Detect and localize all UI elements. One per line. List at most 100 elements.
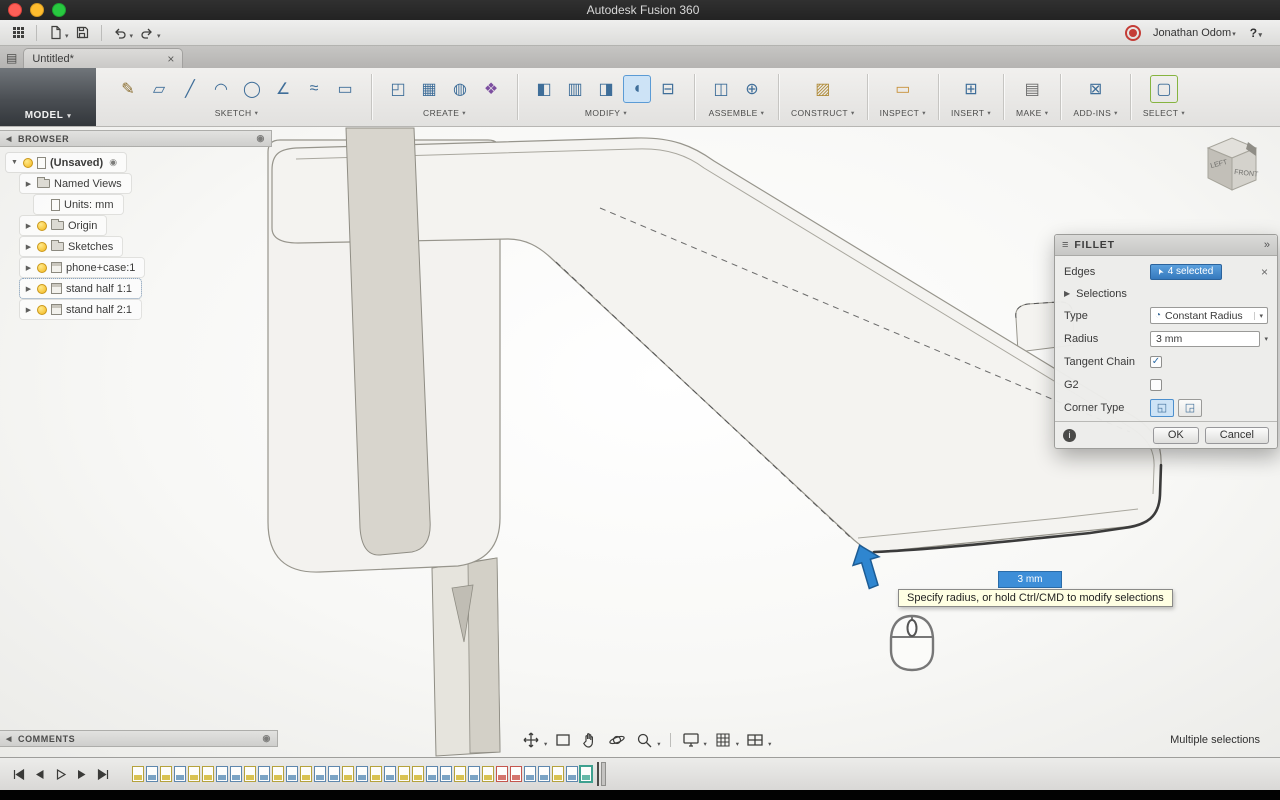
timeline-feature-icon[interactable] <box>202 766 214 782</box>
revolve-icon[interactable]: ◍ <box>446 75 474 103</box>
slot-tool-icon[interactable]: ▭ <box>331 75 359 103</box>
measure-icon[interactable]: ▭ <box>889 75 917 103</box>
fit-view-icon[interactable] <box>552 730 574 750</box>
timeline-feature-icon[interactable] <box>286 766 298 782</box>
visibility-bulb-icon[interactable] <box>37 263 47 273</box>
g2-checkbox[interactable] <box>1150 379 1162 391</box>
screencast-record-icon[interactable] <box>1125 25 1141 41</box>
expand-dialog-icon[interactable]: » <box>1264 239 1270 251</box>
rectangle-tool-icon[interactable]: ▱ <box>145 75 173 103</box>
timeline-feature-icon[interactable] <box>300 766 312 782</box>
close-tab-icon[interactable]: × <box>167 52 174 66</box>
collapse-panel-icon[interactable]: ◀ <box>6 135 12 143</box>
timeline-feature-icon[interactable] <box>216 766 228 782</box>
pan-icon[interactable] <box>520 730 542 750</box>
combine-icon[interactable]: ⊟ <box>654 75 682 103</box>
timeline-feature-icon[interactable] <box>174 766 186 782</box>
timeline-feature-icon[interactable] <box>230 766 242 782</box>
timeline-feature-icon[interactable] <box>244 766 256 782</box>
grid-settings-icon[interactable] <box>712 730 734 750</box>
tree-collapsed-icon[interactable]: ▶ <box>24 243 33 251</box>
timeline-feature-icon[interactable] <box>454 766 466 782</box>
press-pull-icon[interactable]: ◧ <box>530 75 558 103</box>
viewports-icon[interactable] <box>744 730 766 750</box>
comments-header[interactable]: ◀ COMMENTS ◉ <box>0 730 278 747</box>
user-menu[interactable]: Jonathan Odom ▾ <box>1153 27 1238 39</box>
browser-row[interactable]: ▶stand half 1:1 <box>20 279 141 298</box>
info-icon[interactable]: i <box>1063 429 1076 442</box>
chevron-down-icon[interactable]: ▾ <box>1264 335 1268 343</box>
timeline-feature-icon[interactable] <box>412 766 424 782</box>
collapse-panel-icon[interactable]: ◀ <box>6 735 12 743</box>
activate-radio-icon[interactable]: ◉ <box>109 157 117 168</box>
timeline-feature-icon[interactable] <box>272 766 284 782</box>
zoom-icon[interactable] <box>633 730 655 750</box>
timeline-feature-icon[interactable] <box>440 766 452 782</box>
step-back-icon[interactable] <box>31 764 49 784</box>
line-tool-icon[interactable]: ╱ <box>176 75 204 103</box>
fillet-dialog-header[interactable]: ≡ FILLET » <box>1055 235 1277 256</box>
save-icon[interactable] <box>71 22 95 44</box>
timeline-feature-icon[interactable] <box>566 766 578 782</box>
ok-button[interactable]: OK <box>1153 427 1199 444</box>
timeline-feature-icon[interactable] <box>258 766 270 782</box>
create-sketch-icon[interactable]: ✎ <box>114 75 142 103</box>
browser-row[interactable]: ▶stand half 2:1 <box>20 300 141 319</box>
timeline-feature-icon[interactable] <box>552 766 564 782</box>
visibility-bulb-icon[interactable] <box>37 284 47 294</box>
browser-row[interactable]: ▶Sketches <box>20 237 122 256</box>
timeline-feature-icon[interactable] <box>160 766 172 782</box>
shell-icon[interactable]: ▥ <box>561 75 589 103</box>
arc-tool-icon[interactable]: ◠ <box>207 75 235 103</box>
workspace-switcher[interactable]: MODEL ▾ <box>0 68 96 126</box>
step-forward-icon[interactable] <box>73 764 91 784</box>
ribbon-group-label[interactable]: MODIFY▾ <box>585 108 627 118</box>
ribbon-group-label[interactable]: ADD-INS▾ <box>1073 108 1117 118</box>
tree-collapsed-icon[interactable]: ▶ <box>24 306 33 314</box>
timeline-grip[interactable] <box>601 762 606 786</box>
display-settings-icon[interactable] <box>680 730 702 750</box>
corner-rolling-ball-icon[interactable]: ◱ <box>1150 399 1174 417</box>
browser-row[interactable]: ▼(Unsaved)◉ <box>6 153 126 172</box>
ribbon-group-label[interactable]: INSPECT▾ <box>880 108 926 118</box>
joint-icon[interactable]: ⊕ <box>738 75 766 103</box>
ribbon-group-label[interactable]: ASSEMBLE▾ <box>709 108 765 118</box>
app-grid-icon[interactable] <box>6 22 30 44</box>
selections-row[interactable]: ▶ Selections <box>1055 283 1277 304</box>
scripts-addins-icon[interactable]: ⊠ <box>1082 75 1110 103</box>
panel-options-icon[interactable]: ◉ <box>263 733 271 744</box>
new-body-icon[interactable]: ◰ <box>384 75 412 103</box>
edges-selected-badge[interactable]: ➤ 4 selected <box>1150 264 1222 280</box>
ribbon-group-label[interactable]: SELECT▾ <box>1143 108 1185 118</box>
timeline-feature-icon[interactable] <box>384 766 396 782</box>
tab-untitled[interactable]: Untitled* × <box>23 48 183 68</box>
visibility-bulb-icon[interactable] <box>23 158 33 168</box>
browser-header[interactable]: ◀ BROWSER ◉ <box>0 130 272 147</box>
undo-icon[interactable] <box>108 22 132 44</box>
cancel-button[interactable]: Cancel <box>1205 427 1269 444</box>
new-component-icon[interactable]: ◫ <box>707 75 735 103</box>
browser-row[interactable]: Units: mm <box>34 195 123 214</box>
timeline-feature-icon[interactable] <box>398 766 410 782</box>
timeline-feature-icon[interactable] <box>132 766 144 782</box>
visibility-bulb-icon[interactable] <box>37 242 47 252</box>
select-icon[interactable]: ▢ <box>1150 75 1178 103</box>
pattern-icon[interactable]: ▦ <box>415 75 443 103</box>
ribbon-group-label[interactable]: CREATE▾ <box>423 108 466 118</box>
visibility-bulb-icon[interactable] <box>37 305 47 315</box>
clear-selection-icon[interactable]: × <box>1261 265 1268 279</box>
file-menu-icon[interactable] <box>43 22 67 44</box>
view-cube[interactable]: LEFT FRONT <box>1194 128 1270 209</box>
tree-collapsed-icon[interactable]: ▶ <box>24 285 33 293</box>
tree-collapsed-icon[interactable]: ▶ <box>1064 289 1070 298</box>
tree-collapsed-icon[interactable]: ▶ <box>24 180 33 188</box>
close-window-button[interactable] <box>8 3 22 17</box>
timeline-feature-icon[interactable] <box>188 766 200 782</box>
construction-plane-icon[interactable]: ▨ <box>809 75 837 103</box>
make-icon[interactable]: ▤ <box>1018 75 1046 103</box>
ribbon-group-label[interactable]: SKETCH▾ <box>215 108 259 118</box>
radius-input[interactable]: 3 mm <box>1150 331 1260 347</box>
tangent-chain-checkbox[interactable]: ✓ <box>1150 356 1162 368</box>
panel-options-icon[interactable]: ◉ <box>257 133 265 144</box>
insert-icon[interactable]: ⊞ <box>957 75 985 103</box>
